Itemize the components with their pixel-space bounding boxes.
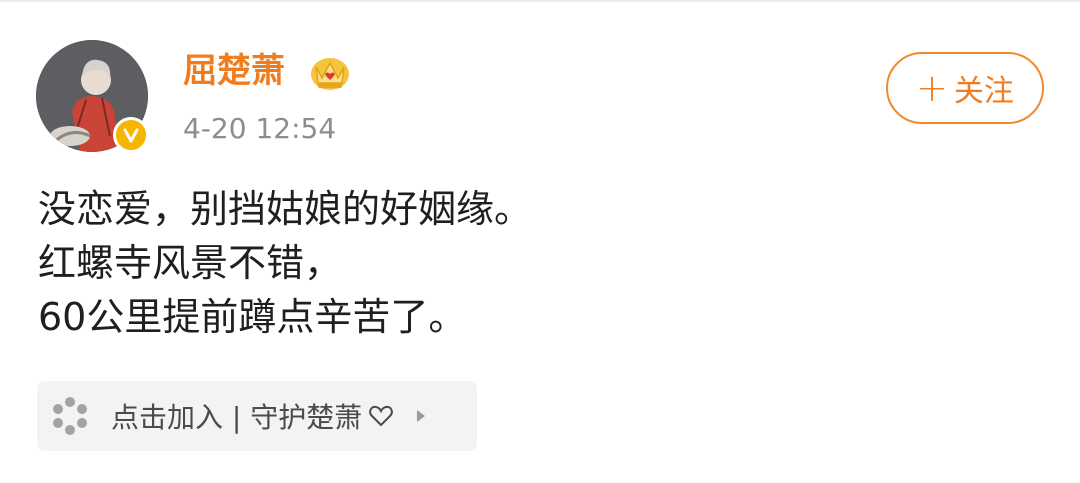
fan-group-label: 点击加入 | 守护楚萧 bbox=[111, 401, 363, 434]
verified-badge-icon bbox=[113, 117, 149, 153]
chevron-right-icon bbox=[417, 410, 426, 422]
follow-button[interactable]: + 关注 bbox=[886, 52, 1044, 124]
crown-icon bbox=[309, 52, 351, 92]
fan-group-icon bbox=[53, 397, 87, 435]
follow-label: 关注 bbox=[953, 74, 1014, 109]
plus-icon: + bbox=[916, 66, 948, 110]
post-content: 没恋爱，别挡姑娘的好姻缘。 红螺寺风景不错， 60公里提前蹲点辛苦了。 bbox=[38, 182, 1038, 344]
post-line: 没恋爱，别挡姑娘的好姻缘。 bbox=[38, 187, 533, 231]
heart-outline-icon bbox=[369, 405, 394, 427]
username[interactable]: 屈楚萧 bbox=[183, 48, 285, 94]
post-line: 红螺寺风景不错， bbox=[38, 241, 343, 285]
fan-group-card[interactable]: 点击加入 | 守护楚萧 bbox=[37, 381, 477, 451]
post-line: 60公里提前蹲点辛苦了。 bbox=[38, 295, 467, 339]
post-timestamp: 4-20 12:54 bbox=[183, 112, 337, 145]
top-divider bbox=[0, 0, 1080, 2]
